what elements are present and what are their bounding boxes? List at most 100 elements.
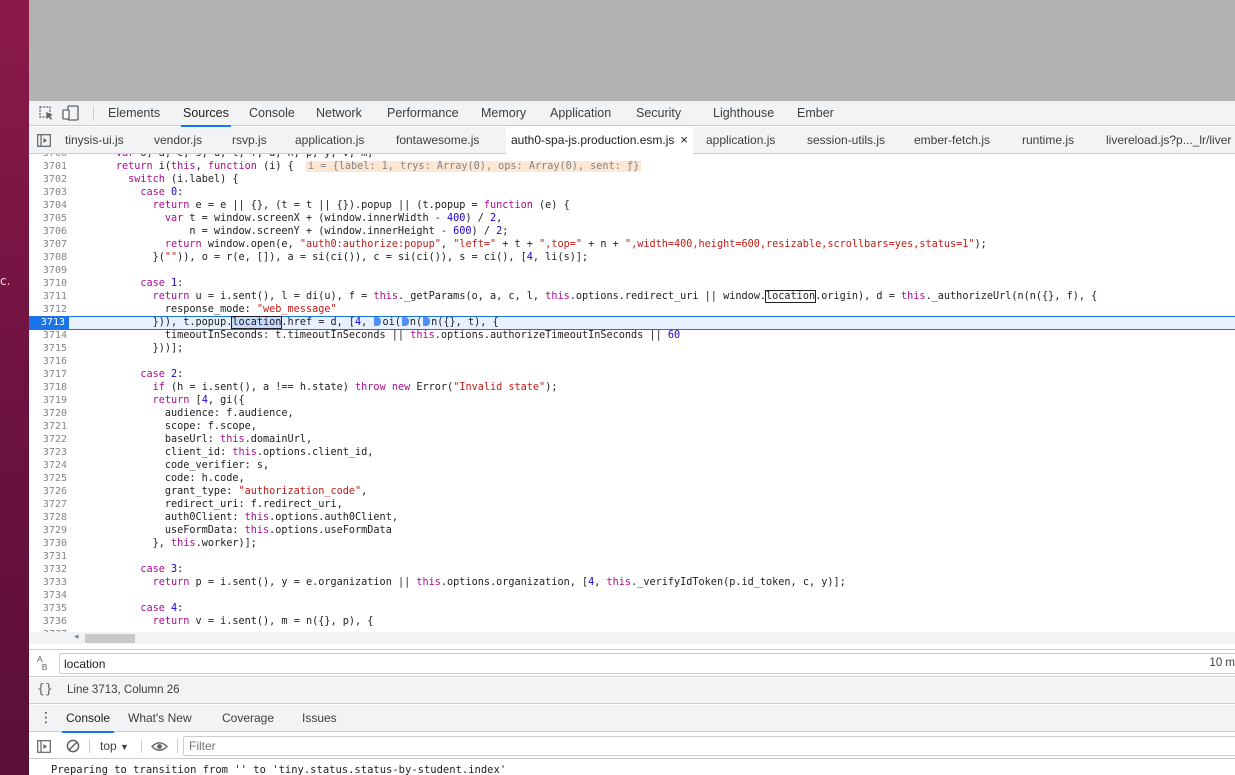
line-number[interactable]: 3707 — [29, 238, 67, 251]
drawer-tab-coverage[interactable]: Coverage — [222, 705, 274, 732]
line-number[interactable]: 3731 — [29, 550, 67, 563]
code-line[interactable]: 3727 redirect_uri: f.redirect_uri, — [29, 498, 1235, 511]
file-tab-ember-fetch[interactable]: ember-fetch.js — [914, 127, 990, 153]
code-line[interactable]: 3714 timeoutInSeconds: t.timeoutInSecond… — [29, 329, 1235, 342]
line-number[interactable]: 3735 — [29, 602, 67, 615]
line-number[interactable]: 3726 — [29, 485, 67, 498]
line-number[interactable]: 3722 — [29, 433, 67, 446]
inspect-element-icon[interactable] — [38, 105, 56, 121]
code-line[interactable]: 3735 case 4: — [29, 602, 1235, 615]
tab-network[interactable]: Network — [316, 101, 362, 126]
line-number[interactable]: 3725 — [29, 472, 67, 485]
match-case-icon[interactable]: A B — [37, 655, 47, 672]
line-number[interactable]: 3734 — [29, 589, 67, 602]
line-number[interactable]: 3727 — [29, 498, 67, 511]
line-number[interactable]: 3712 — [29, 303, 67, 316]
file-tab-rsvp[interactable]: rsvp.js — [232, 127, 267, 153]
code-line[interactable]: 3712 response_mode: "web_message" — [29, 303, 1235, 316]
line-number[interactable]: 3708 — [29, 251, 67, 264]
tab-application[interactable]: Application — [550, 101, 611, 126]
code-line[interactable]: 3725 code: h.code, — [29, 472, 1235, 485]
code-line[interactable]: 3724 code_verifier: s, — [29, 459, 1235, 472]
code-line[interactable]: 3716 — [29, 355, 1235, 368]
close-tab-icon[interactable]: × — [680, 127, 688, 153]
search-input[interactable] — [59, 653, 1235, 674]
line-number[interactable]: 3716 — [29, 355, 67, 368]
code-line[interactable]: 3736 return v = i.sent(), m = n({}, p), … — [29, 615, 1235, 628]
live-expression-eye-icon[interactable] — [151, 741, 168, 752]
line-number[interactable]: 3728 — [29, 511, 67, 524]
context-selector[interactable]: top ▼ — [100, 733, 129, 759]
code-line[interactable]: 3723 client_id: this.options.client_id, — [29, 446, 1235, 459]
code-line-current[interactable]: 3713 })), t.popup.location.href = d, [4,… — [29, 316, 1235, 330]
scrollbar-thumb[interactable] — [85, 634, 135, 643]
code-line[interactable]: 3707 return window.open(e, "auth0:author… — [29, 238, 1235, 251]
scroll-left-arrow-icon[interactable]: ◂ — [74, 632, 79, 642]
file-tab-application[interactable]: application.js — [295, 127, 364, 153]
file-tab-tinysis-ui[interactable]: tinysis-ui.js — [65, 127, 124, 153]
code-line[interactable]: 3730 }, this.worker)]; — [29, 537, 1235, 550]
tab-console[interactable]: Console — [249, 101, 295, 126]
line-number[interactable]: 3721 — [29, 420, 67, 433]
console-filter-input[interactable] — [183, 736, 1235, 756]
file-tab-livereload[interactable]: livereload.js?p..._lr/liver — [1106, 127, 1231, 153]
tab-lighthouse[interactable]: Lighthouse — [713, 101, 774, 126]
tab-security[interactable]: Security — [636, 101, 681, 126]
code-line[interactable]: 3704 return e = e || {}, (t = t || {}).p… — [29, 199, 1235, 212]
tab-sources[interactable]: Sources — [181, 101, 231, 127]
code-line[interactable]: 3709 — [29, 264, 1235, 277]
device-toolbar-icon[interactable] — [62, 105, 80, 121]
line-number[interactable]: 3720 — [29, 407, 67, 420]
line-number[interactable]: 3717 — [29, 368, 67, 381]
line-number[interactable]: 3729 — [29, 524, 67, 537]
line-number[interactable]: 3711 — [29, 290, 67, 303]
more-options-icon[interactable]: ⋮ — [39, 710, 53, 726]
file-tab-fontawesome[interactable]: fontawesome.js — [396, 127, 479, 153]
code-line[interactable]: 3728 auth0Client: this.options.auth0Clie… — [29, 511, 1235, 524]
tab-memory[interactable]: Memory — [481, 101, 526, 126]
line-number[interactable]: 3710 — [29, 277, 67, 290]
file-tab-auth0-spa-js[interactable]: auth0-spa-js.production.esm.js × — [506, 127, 694, 154]
file-tab-vendor[interactable]: vendor.js — [154, 127, 202, 153]
line-number[interactable]: 3732 — [29, 563, 67, 576]
code-line[interactable]: 3721 scope: f.scope, — [29, 420, 1235, 433]
code-line[interactable]: 3710 case 1: — [29, 277, 1235, 290]
code-line[interactable]: 3726 grant_type: "authorization_code", — [29, 485, 1235, 498]
code-line[interactable]: 3733 return p = i.sent(), y = e.organiza… — [29, 576, 1235, 589]
line-number[interactable]: 3713 — [29, 317, 69, 329]
drawer-tab-whats-new[interactable]: What's New — [128, 705, 192, 732]
drawer-tab-issues[interactable]: Issues — [302, 705, 337, 732]
code-line[interactable]: 3711 return u = i.sent(), l = di(u), f =… — [29, 290, 1235, 303]
code-line[interactable]: 3715 }))]; — [29, 342, 1235, 355]
toggle-navigator-icon[interactable] — [37, 134, 51, 147]
line-number[interactable]: 3730 — [29, 537, 67, 550]
editor-horizontal-scrollbar[interactable]: ◂ — [29, 632, 1235, 644]
code-line[interactable]: 3705 var t = window.screenX + (window.in… — [29, 212, 1235, 225]
code-line[interactable]: 3718 if (h = i.sent(), a !== h.state) th… — [29, 381, 1235, 394]
code-line[interactable]: 3701 return i(this, function (i) { i = {… — [29, 160, 1235, 173]
line-number[interactable]: 3703 — [29, 186, 67, 199]
line-number[interactable]: 3701 — [29, 160, 67, 173]
clear-console-icon[interactable] — [66, 739, 80, 753]
code-line[interactable]: 3717 case 2: — [29, 368, 1235, 381]
code-line[interactable]: 3734 — [29, 589, 1235, 602]
code-editor[interactable]: 3700 var o, a, c, s, u, l, f, d, h, p, y… — [29, 154, 1235, 644]
pretty-print-icon[interactable]: {} — [37, 682, 53, 697]
code-line[interactable]: 3702 switch (i.label) { — [29, 173, 1235, 186]
line-number[interactable]: 3702 — [29, 173, 67, 186]
show-console-sidebar-icon[interactable] — [37, 740, 51, 753]
tab-ember[interactable]: Ember — [797, 101, 834, 126]
line-number[interactable]: 3723 — [29, 446, 67, 459]
file-tab-application-2[interactable]: application.js — [706, 127, 775, 153]
line-number[interactable]: 3724 — [29, 459, 67, 472]
line-number[interactable]: 3715 — [29, 342, 67, 355]
code-line[interactable]: 3731 — [29, 550, 1235, 563]
code-line[interactable]: 3732 case 3: — [29, 563, 1235, 576]
line-number[interactable]: 3719 — [29, 394, 67, 407]
file-tab-session-utils[interactable]: session-utils.js — [807, 127, 885, 153]
line-number[interactable]: 3705 — [29, 212, 67, 225]
code-line[interactable]: 3729 useFormData: this.options.useFormDa… — [29, 524, 1235, 537]
code-line[interactable]: 3719 return [4, gi({ — [29, 394, 1235, 407]
code-line[interactable]: 3708 }("")), o = r(e, []), a = si(ci()),… — [29, 251, 1235, 264]
code-line[interactable]: 3703 case 0: — [29, 186, 1235, 199]
